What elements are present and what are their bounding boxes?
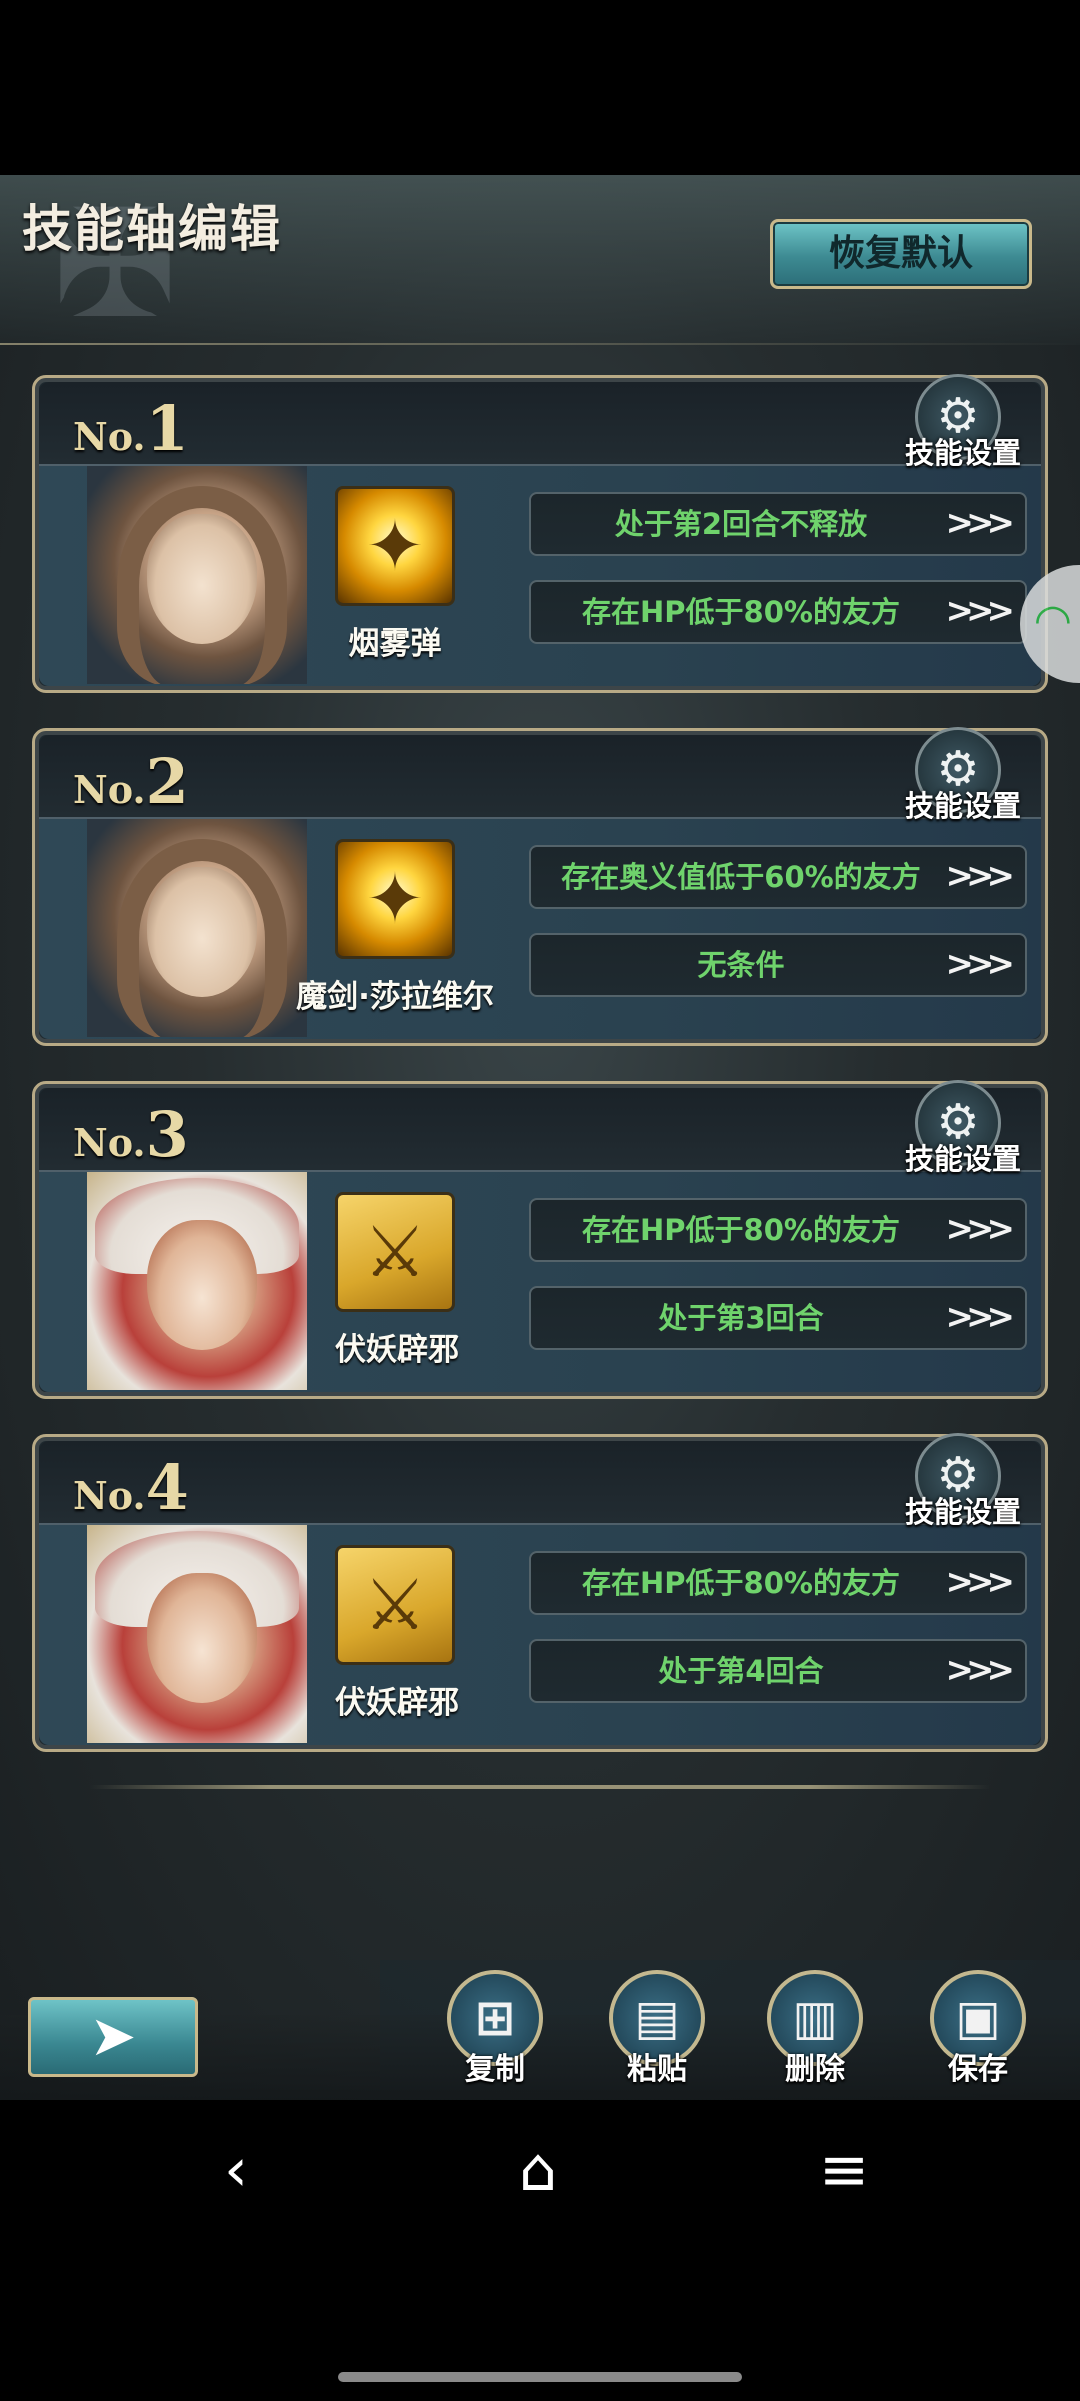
save-label: 保存: [948, 2052, 1008, 2087]
copy-button[interactable]: ⊞ 复制: [440, 1970, 550, 2100]
triple-chevron-right-icon: >>>: [945, 856, 1016, 896]
condition-text: 处于第4回合: [658, 1654, 824, 1688]
skill-name: 伏妖辟邪: [335, 1685, 459, 1721]
condition-row[interactable]: 存在HP低于80%的友方 >>>: [529, 580, 1027, 644]
paste-label: 粘贴: [627, 2052, 687, 2087]
triple-chevron-right-icon: >>>: [945, 1562, 1016, 1602]
reset-default-button[interactable]: 恢复默认: [770, 219, 1032, 289]
skill-settings-label[interactable]: 技能设置: [905, 430, 1021, 472]
condition-text: 存在HP低于80%的友方: [582, 1213, 900, 1247]
delete-label: 删除: [785, 2052, 845, 2087]
condition-row[interactable]: 存在HP低于80%的友方 >>>: [529, 1551, 1027, 1615]
save-button[interactable]: ▣ 保存: [923, 1970, 1033, 2100]
skill-card-2: No.2 ⚙ 技能设置 ✦ 魔剑·莎拉维尔 存在奥义值低于60%的友方 >>> …: [32, 727, 1048, 1046]
skill-card-3: No.3 ⚙ 技能设置 ⚔ 伏妖辟邪 存在HP低于80%的友方 >>> 处于第3…: [32, 1080, 1048, 1399]
skill-name: 伏妖辟邪: [335, 1332, 459, 1368]
condition-row[interactable]: 处于第2回合不释放 >>>: [529, 492, 1027, 556]
condition-row[interactable]: 存在HP低于80%的友方 >>>: [529, 1198, 1027, 1262]
skill-name: 魔剑·莎拉维尔: [296, 979, 494, 1015]
triple-chevron-right-icon: >>>: [945, 1650, 1016, 1690]
condition-text: 处于第3回合: [658, 1301, 824, 1335]
skill-icon[interactable]: ⚔: [335, 1545, 455, 1665]
card-number: No.1: [73, 392, 189, 465]
character-portrait[interactable]: [87, 1525, 307, 1743]
copy-label: 复制: [465, 2052, 525, 2087]
menu-nav-icon[interactable]: ≡: [784, 2120, 904, 2220]
wifi-icon: ◠: [1036, 595, 1070, 646]
triple-chevron-right-icon: >>>: [945, 944, 1016, 984]
card-number: No.2: [73, 745, 189, 818]
card-number: No.4: [73, 1451, 189, 1524]
home-indicator[interactable]: [338, 2372, 742, 2382]
list-end-divider: [90, 1785, 990, 1789]
character-portrait[interactable]: [87, 1172, 307, 1390]
paste-button[interactable]: ▤ 粘贴: [602, 1970, 712, 2100]
triple-chevron-right-icon: >>>: [945, 1209, 1016, 1249]
skill-icon[interactable]: ✦: [335, 839, 455, 959]
condition-row[interactable]: 无条件 >>>: [529, 933, 1027, 997]
back-arrow-icon[interactable]: ➤: [28, 1997, 198, 2077]
condition-row[interactable]: 处于第4回合 >>>: [529, 1639, 1027, 1703]
skill-settings-label[interactable]: 技能设置: [905, 1489, 1021, 1531]
skill-card-1: No.1 ⚙ 技能设置 ✦ 烟雾弹 处于第2回合不释放 >>> 存在HP低于80…: [32, 374, 1048, 693]
condition-row[interactable]: 处于第3回合 >>>: [529, 1286, 1027, 1350]
condition-row[interactable]: 存在奥义值低于60%的友方 >>>: [529, 845, 1027, 909]
triple-chevron-right-icon: >>>: [945, 591, 1016, 631]
back-nav-icon[interactable]: ‹: [176, 2120, 296, 2220]
condition-text: 处于第2回合不释放: [614, 507, 868, 541]
skill-axis-editor-screen: ✠ 技能轴编辑 恢复默认 No.1 ⚙ 技能设置 ✦ 烟雾弹 处于第2回合不释放…: [0, 175, 1080, 2100]
condition-text: 存在HP低于80%的友方: [582, 1566, 900, 1600]
card-number: No.3: [73, 1098, 189, 1171]
skill-icon[interactable]: ⚔: [335, 1192, 455, 1312]
skill-settings-label[interactable]: 技能设置: [905, 783, 1021, 825]
android-navigation-bar: ‹ ⌂ ≡: [0, 2100, 1080, 2240]
page-title: 技能轴编辑: [22, 200, 282, 258]
home-nav-icon[interactable]: ⌂: [478, 2120, 598, 2220]
condition-text: 无条件: [697, 948, 785, 982]
header-divider: [0, 343, 1080, 345]
skill-icon[interactable]: ✦: [335, 486, 455, 606]
skill-name: 烟雾弹: [348, 626, 442, 662]
condition-text: 存在HP低于80%的友方: [582, 595, 900, 629]
condition-text: 存在奥义值低于60%的友方: [561, 860, 921, 894]
triple-chevron-right-icon: >>>: [945, 1297, 1016, 1337]
character-portrait[interactable]: [87, 466, 307, 684]
triple-chevron-right-icon: >>>: [945, 503, 1016, 543]
skill-settings-label[interactable]: 技能设置: [905, 1136, 1021, 1178]
character-portrait[interactable]: [87, 819, 307, 1037]
delete-button[interactable]: ▥ 删除: [760, 1970, 870, 2100]
skill-card-4: No.4 ⚙ 技能设置 ⚔ 伏妖辟邪 存在HP低于80%的友方 >>> 处于第4…: [32, 1433, 1048, 1752]
